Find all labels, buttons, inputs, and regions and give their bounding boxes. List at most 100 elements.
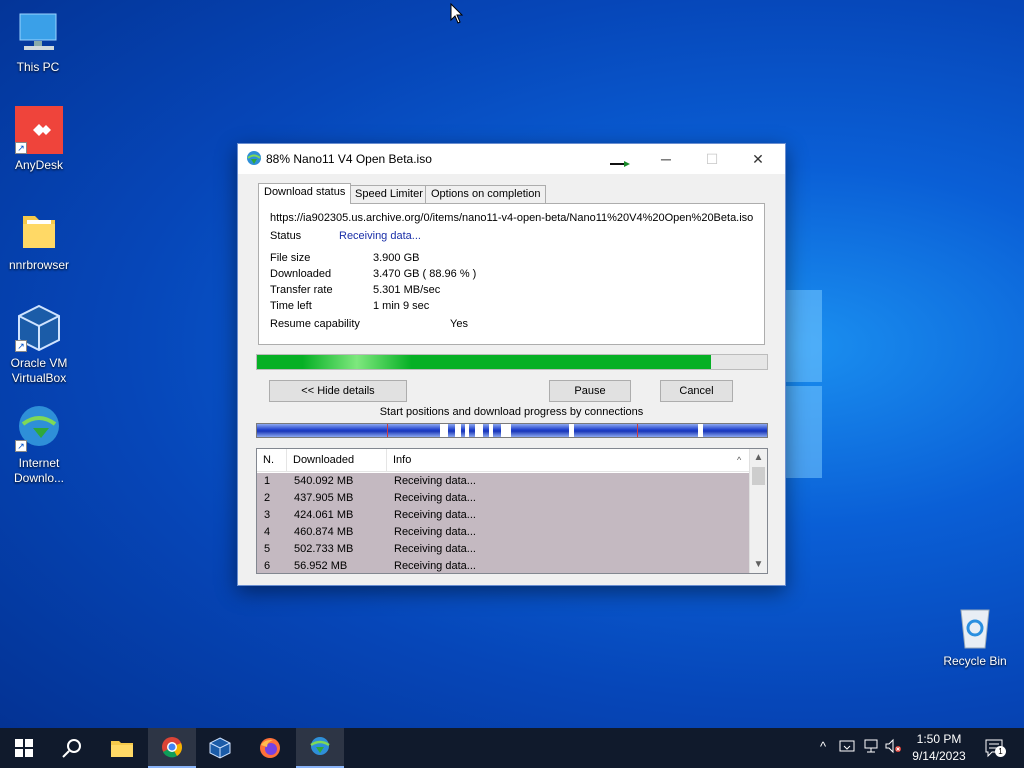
network-icon[interactable] bbox=[862, 738, 880, 756]
desktop-icon-idm[interactable]: ↗ Internet Downlo... bbox=[1, 404, 77, 486]
pause-button[interactable]: Pause bbox=[549, 380, 631, 402]
start-button[interactable] bbox=[0, 728, 48, 768]
column-header-downloaded[interactable]: Downloaded bbox=[287, 449, 387, 472]
desktop-icon-this-pc[interactable]: This PC bbox=[0, 8, 76, 75]
desktop-icon-recycle-bin[interactable]: Recycle Bin bbox=[937, 602, 1013, 669]
connection-info: Receiving data... bbox=[394, 492, 476, 504]
mouse-cursor-icon bbox=[450, 3, 464, 24]
desktop-icon-label: Internet Downlo... bbox=[13, 456, 65, 485]
connection-number: 5 bbox=[264, 543, 271, 555]
resume-capability-label: Resume capability bbox=[270, 318, 360, 330]
downloaded-label: Downloaded bbox=[270, 268, 332, 280]
connection-downloaded: 460.874 MB bbox=[294, 526, 354, 538]
desktop-icon-nnrbrowser[interactable]: nnrbrowser bbox=[1, 206, 77, 273]
connection-number: 4 bbox=[264, 526, 271, 538]
file-explorer-icon bbox=[111, 741, 133, 757]
connections-list-scrollbar[interactable]: ▲ ▼ bbox=[749, 449, 767, 573]
transfer-rate-value: 5.301 MB/sec bbox=[373, 284, 441, 296]
shortcut-arrow-icon: ↗ bbox=[15, 142, 27, 154]
scroll-up-arrow-icon[interactable]: ▲ bbox=[750, 449, 767, 466]
hide-details-button[interactable]: << Hide details bbox=[269, 380, 407, 402]
show-hidden-icons-chevron-icon[interactable]: ^ bbox=[814, 738, 832, 756]
connection-row[interactable]: 5 502.733 MB Receiving data... bbox=[257, 541, 749, 558]
connection-gap bbox=[569, 424, 574, 437]
connection-downloaded: 56.952 MB bbox=[294, 560, 348, 572]
connection-row[interactable]: 3 424.061 MB Receiving data... bbox=[257, 507, 749, 524]
connection-info: Receiving data... bbox=[394, 560, 476, 572]
tab-options-on-completion[interactable]: Options on completion bbox=[425, 185, 547, 203]
taskbar-firefox[interactable] bbox=[246, 728, 294, 768]
start-icon bbox=[15, 739, 33, 757]
chrome-icon bbox=[162, 737, 182, 758]
column-sort-icon: ^ bbox=[737, 455, 742, 465]
connection-info: Receiving data... bbox=[394, 543, 476, 555]
connection-downloaded: 540.092 MB bbox=[294, 475, 354, 487]
taskbar-idm[interactable] bbox=[296, 728, 344, 768]
minimize-button[interactable]: ─ bbox=[643, 144, 689, 174]
scroll-down-arrow-icon[interactable]: ▼ bbox=[750, 556, 767, 573]
connection-number: 1 bbox=[264, 475, 271, 487]
column-header-number[interactable]: N. bbox=[257, 449, 287, 472]
connections-list[interactable]: N. Downloaded Info ^ 1 540.092 MB Receivin… bbox=[256, 448, 768, 574]
transfer-rate-label: Transfer rate bbox=[270, 284, 333, 296]
desktop-icon-virtualbox[interactable]: ↗ Oracle VM VirtualBox bbox=[1, 304, 77, 386]
time-left-label: Time left bbox=[270, 300, 312, 312]
virtualbox-icon: ↗ bbox=[15, 304, 63, 352]
maximize-button[interactable]: ☐ bbox=[689, 144, 735, 174]
volume-muted-icon[interactable] bbox=[884, 738, 902, 756]
desktop-icon-label: Oracle VM VirtualBox bbox=[10, 356, 68, 385]
connection-gap bbox=[475, 424, 483, 437]
download-progress-bar bbox=[256, 354, 768, 370]
connections-caption: Start positions and download progress by… bbox=[379, 406, 644, 418]
idm-icon: ↗ bbox=[15, 404, 63, 452]
taskbar-file-explorer[interactable] bbox=[98, 728, 146, 768]
taskbar-clock[interactable]: 1:50 PM 9/14/2023 bbox=[905, 731, 973, 765]
tab-download-status[interactable]: Download status bbox=[258, 183, 352, 204]
connection-number: 3 bbox=[264, 509, 271, 521]
connection-gap bbox=[501, 424, 511, 437]
connection-info: Receiving data... bbox=[394, 475, 476, 487]
connection-start-marker bbox=[637, 424, 638, 437]
column-header-info[interactable]: Info bbox=[387, 449, 749, 472]
connection-gap bbox=[455, 424, 461, 437]
scrollbar-thumb[interactable] bbox=[752, 467, 765, 485]
connection-downloaded: 502.733 MB bbox=[294, 543, 354, 555]
desktop-icon-anydesk[interactable]: ↗ AnyDesk bbox=[1, 106, 77, 173]
dialog-titlebar[interactable]: 88% Nano11 V4 Open Beta.iso ─ ☐ ✕ bbox=[238, 144, 785, 174]
transfer-arrow-icon bbox=[610, 161, 630, 167]
folder-icon bbox=[15, 206, 63, 254]
connection-row[interactable]: 4 460.874 MB Receiving data... bbox=[257, 524, 749, 541]
cancel-button[interactable]: Cancel bbox=[660, 380, 733, 402]
connection-row[interactable]: 6 56.952 MB Receiving data... bbox=[257, 558, 749, 573]
shortcut-arrow-icon: ↗ bbox=[15, 440, 27, 452]
search-icon bbox=[62, 739, 81, 758]
progress-fill bbox=[257, 355, 711, 369]
status-label: Status bbox=[270, 230, 302, 242]
desktop-icon-label: Recycle Bin bbox=[943, 654, 1007, 668]
virtualbox-icon bbox=[209, 737, 231, 759]
idm-tray-icon[interactable] bbox=[838, 738, 856, 756]
download-dialog: 88% Nano11 V4 Open Beta.iso ─ ☐ ✕ Downlo… bbox=[237, 143, 786, 586]
connections-progress-bar bbox=[256, 423, 768, 438]
connection-downloaded: 437.905 MB bbox=[294, 492, 354, 504]
resume-capability-value: Yes bbox=[450, 318, 468, 330]
search-button[interactable] bbox=[48, 728, 96, 768]
tab-speed-limiter[interactable]: Speed Limiter bbox=[349, 185, 429, 203]
connection-row[interactable]: 2 437.905 MB Receiving data... bbox=[257, 490, 749, 507]
taskbar-virtualbox[interactable] bbox=[196, 728, 244, 768]
file-size-value: 3.900 GB bbox=[373, 252, 420, 264]
idm-icon bbox=[310, 737, 330, 755]
firefox-icon bbox=[260, 738, 280, 758]
action-center-button[interactable]: 1 bbox=[984, 738, 1006, 758]
status-value: Receiving data... bbox=[339, 230, 421, 242]
notification-count-badge: 1 bbox=[995, 746, 1006, 757]
connection-row[interactable]: 1 540.092 MB Receiving data... bbox=[257, 473, 749, 490]
shortcut-arrow-icon: ↗ bbox=[15, 340, 27, 352]
desktop-icon-label: This PC bbox=[16, 60, 60, 74]
connections-list-body: 1 540.092 MB Receiving data... 2 437.905 MB R… bbox=[257, 473, 749, 573]
downloaded-value: 3.470 GB ( 88.96 % ) bbox=[373, 268, 477, 280]
anydesk-icon: ↗ bbox=[15, 106, 63, 154]
taskbar-chrome[interactable] bbox=[148, 728, 196, 768]
close-button[interactable]: ✕ bbox=[735, 144, 781, 174]
connection-gap bbox=[465, 424, 469, 437]
